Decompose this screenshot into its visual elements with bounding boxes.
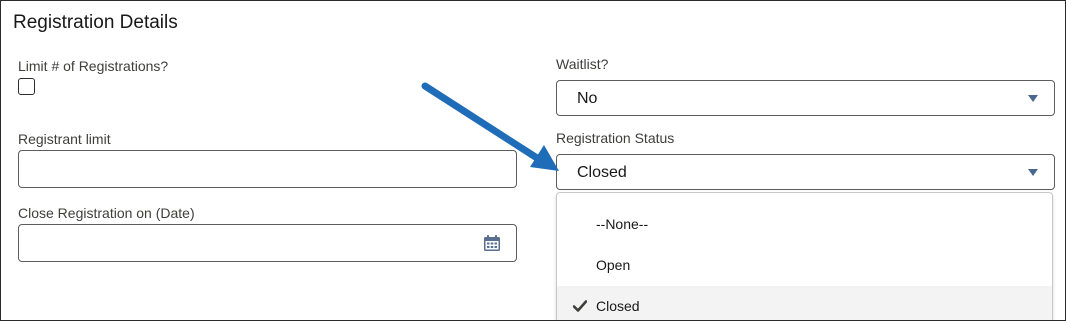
registration-details-panel: Registration Details Limit # of Registra… [0,0,1066,321]
dropdown-option-none[interactable]: --None-- [557,204,1052,244]
checkmark-icon [573,300,587,312]
registration-status-dropdown: --None-- Open Closed [556,192,1053,320]
registrant-limit-input[interactable] [18,150,517,188]
dropdown-option-open[interactable]: Open [557,245,1052,285]
chevron-down-icon [1028,95,1038,102]
registration-status-label: Registration Status [556,130,675,146]
close-date-label: Close Registration on (Date) [18,205,195,221]
registrant-limit-label: Registrant limit [18,131,111,147]
waitlist-value: No [577,90,598,107]
limit-registrations-checkbox[interactable] [18,78,35,95]
waitlist-select[interactable]: No [556,80,1055,116]
waitlist-label: Waitlist? [556,56,609,72]
limit-registrations-label: Limit # of Registrations? [18,58,169,74]
registration-status-select[interactable]: Closed [556,154,1055,190]
calendar-icon[interactable] [483,234,501,252]
chevron-down-icon [1028,169,1038,176]
section-title: Registration Details [13,12,178,33]
close-date-input[interactable] [18,224,517,262]
dropdown-option-closed[interactable]: Closed [557,286,1052,320]
registration-status-value: Closed [577,164,627,181]
